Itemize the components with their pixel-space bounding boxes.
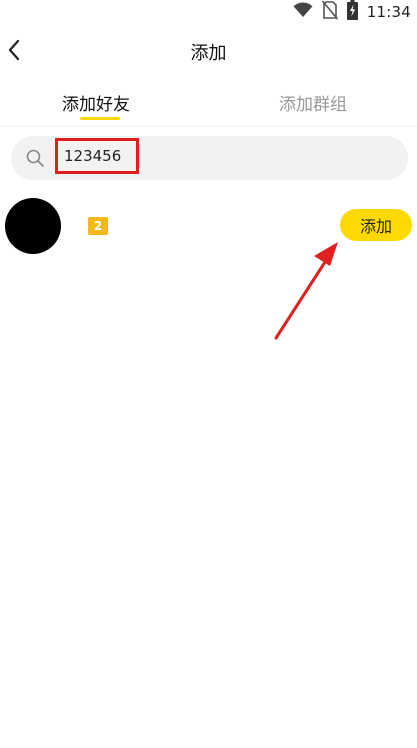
status-icons: 11:34 (293, 0, 411, 24)
status-bar: 11:34 (0, 0, 417, 24)
add-friend-button[interactable]: 添加 (340, 209, 412, 241)
battery-charging-icon (346, 0, 358, 24)
search-input[interactable]: 123456 (55, 138, 139, 174)
level-badge: 2 (88, 217, 108, 235)
tab-add-friend[interactable]: 添加好友 (62, 90, 130, 115)
page-title: 添加 (190, 43, 227, 64)
tab-add-group[interactable]: 添加群组 (279, 90, 347, 115)
active-tab-indicator (80, 117, 120, 120)
wifi-icon (293, 2, 313, 22)
search-icon (25, 148, 45, 168)
nav-bar: 添加 (0, 30, 417, 74)
avatar[interactable] (5, 198, 61, 254)
search-result-item[interactable]: 2 添加 (0, 196, 417, 258)
search-bar[interactable]: 123456 (11, 136, 408, 180)
no-sim-icon (321, 0, 338, 24)
add-screen: 11:34 添加 添加好友 添加群组 123456 2 添加 (0, 0, 417, 748)
tab-bar: 添加好友 添加群组 (0, 86, 417, 127)
status-time: 11:34 (366, 3, 411, 21)
